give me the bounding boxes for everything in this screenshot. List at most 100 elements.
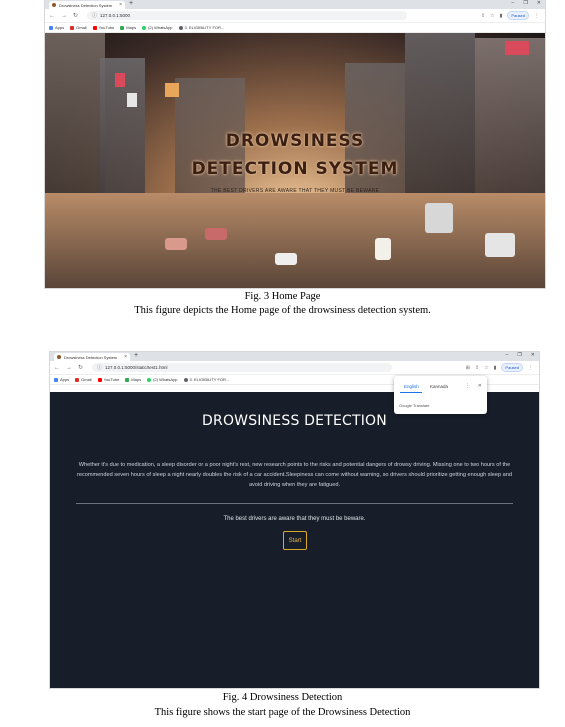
whatsapp-icon	[142, 25, 147, 30]
browser-tab-bar: Drowsiness Detection System × + – ❐ ✕	[50, 352, 539, 361]
reload-icon[interactable]: ↻	[73, 12, 81, 19]
neon-sign-icon	[165, 83, 179, 97]
url-text: 127.0.0.1:5000	[100, 13, 131, 18]
road-shape	[45, 193, 545, 288]
apps-icon	[54, 377, 58, 382]
more-options-icon[interactable]: ⋮	[465, 383, 470, 389]
hero-city-background: DROWSINESS DETECTION SYSTEM THE BEST DRI…	[45, 33, 545, 288]
intro-paragraph: Whether it's due to medication, a sleep …	[76, 462, 512, 488]
bookmark-youtube[interactable]: YouTube	[97, 377, 119, 382]
divider	[76, 503, 513, 504]
browser-tab[interactable]: Drowsiness Detection System ×	[49, 1, 125, 9]
star-icon[interactable]: ☆	[484, 365, 488, 371]
new-tab-button[interactable]: +	[129, 0, 133, 7]
hero-subtitle: THE BEST DRIVERS ARE AWARE THAT THEY MUS…	[210, 188, 380, 194]
forward-icon[interactable]: →	[61, 13, 69, 19]
browser-tab[interactable]: Drowsiness Detection System ×	[54, 353, 130, 361]
reload-icon[interactable]: ↻	[78, 364, 86, 371]
gmail-icon	[75, 377, 80, 382]
info-icon[interactable]: ⓘ	[97, 364, 102, 371]
apps-icon	[49, 25, 53, 30]
figure3-caption-text: This figure depicts the Home page of the…	[134, 305, 431, 316]
google-translate-popup: English Kannada ⋮ ✕ Google Translate	[394, 376, 487, 414]
back-icon[interactable]: ←	[49, 13, 57, 19]
favicon-icon	[52, 3, 56, 7]
figure4-screenshot: Drowsiness Detection System × + – ❐ ✕ ← …	[50, 352, 539, 688]
tab-title: Drowsiness Detection System	[59, 2, 113, 8]
bookmark-eligibility[interactable]: 3. ELIGIBILITY FOR...	[178, 25, 224, 30]
hero-title-line2: DETECTION SYSTEM	[191, 159, 399, 179]
sidepanel-icon[interactable]: ▮	[500, 13, 503, 19]
menu-icon[interactable]: ⋮	[528, 365, 533, 371]
toolbar-right: ⇪ ☆ ▮ Paused ⋮	[481, 11, 539, 20]
back-icon[interactable]: ←	[54, 365, 62, 371]
active-tab-underline	[400, 392, 422, 393]
tagline: The best drivers are aware that they mus…	[223, 516, 366, 522]
globe-icon	[183, 377, 188, 382]
url-field[interactable]: ⓘ 127.0.0.1:5000/static/test1.html	[92, 363, 392, 372]
globe-icon	[178, 25, 183, 30]
share-icon[interactable]: ⇪	[475, 365, 479, 371]
bookmarks-bar: Apps Gmail YouTube Maps (2) WhatsApp 3. …	[45, 23, 545, 33]
close-window-icon[interactable]: ✕	[537, 0, 541, 6]
tab-close-icon[interactable]: ×	[119, 2, 122, 8]
address-bar-row: ← → ↻ ⓘ 127.0.0.1:5000 ⇪ ☆ ▮ Paused ⋮	[45, 9, 545, 23]
bookmark-whatsapp[interactable]: (2) WhatsApp	[147, 377, 178, 382]
window-controls: – ❐ ✕	[512, 0, 541, 6]
minimize-icon[interactable]: –	[506, 352, 509, 358]
address-bar-row: ← → ↻ ⓘ 127.0.0.1:5000/static/test1.html…	[50, 361, 539, 375]
lang-tab-kannada[interactable]: Kannada	[430, 384, 448, 389]
figure3-screenshot: Drowsiness Detection System × + – ❐ ✕ ← …	[45, 0, 545, 288]
drowsiness-page: DROWSINESS DETECTION Whether it's due to…	[50, 392, 539, 688]
bookmark-eligibility[interactable]: 3. ELIGIBILITY FOR...	[183, 377, 229, 382]
url-text: 127.0.0.1:5000/static/test1.html	[105, 365, 168, 370]
menu-icon[interactable]: ⋮	[534, 13, 539, 19]
car-shape	[375, 238, 391, 260]
figure3-caption-title: Fig. 3 Home Page	[244, 291, 321, 302]
bookmark-gmail[interactable]: Gmail	[75, 377, 92, 382]
bookmark-gmail[interactable]: Gmail	[70, 25, 87, 30]
bookmark-maps[interactable]: Maps	[120, 25, 136, 30]
profile-paused-button[interactable]: Paused	[501, 363, 523, 372]
youtube-icon	[97, 377, 102, 382]
profile-paused-button[interactable]: Paused	[507, 11, 529, 20]
favicon-icon	[57, 355, 61, 359]
figure4-caption-title: Fig. 4 Drowsiness Detection	[222, 692, 343, 703]
star-icon[interactable]: ☆	[490, 13, 494, 19]
toolbar-right: ⊞ ⇪ ☆ ▮ Paused ⋮	[466, 363, 533, 372]
lang-tab-english[interactable]: English	[404, 384, 419, 389]
maximize-icon[interactable]: ❐	[523, 0, 527, 6]
car-shape	[275, 253, 297, 265]
neon-sign-icon	[115, 73, 125, 87]
window-controls: – ❐ ✕	[506, 352, 535, 358]
tab-title: Drowsiness Detection System	[64, 354, 118, 360]
start-button[interactable]: Start	[283, 531, 307, 550]
bookmark-youtube[interactable]: YouTube	[92, 25, 114, 30]
bookmark-whatsapp[interactable]: (2) WhatsApp	[142, 25, 173, 30]
bookmark-apps[interactable]: Apps	[54, 377, 69, 382]
car-shape	[205, 228, 227, 240]
new-tab-button[interactable]: +	[134, 352, 138, 359]
minimize-icon[interactable]: –	[512, 0, 515, 6]
url-field[interactable]: ⓘ 127.0.0.1:5000	[87, 11, 407, 20]
share-icon[interactable]: ⇪	[481, 13, 485, 19]
browser-tab-bar: Drowsiness Detection System × + – ❐ ✕	[45, 0, 545, 9]
neon-sign-icon	[127, 93, 137, 107]
bookmark-apps[interactable]: Apps	[49, 25, 64, 30]
close-window-icon[interactable]: ✕	[531, 352, 535, 358]
sidepanel-icon[interactable]: ▮	[494, 365, 497, 371]
car-shape	[165, 238, 187, 250]
hero-title-line1: DROWSINESS	[225, 131, 365, 151]
forward-icon[interactable]: →	[66, 365, 74, 371]
google-translate-label: Google Translate	[399, 403, 430, 408]
truck-shape	[425, 203, 453, 233]
tab-close-icon[interactable]: ×	[124, 354, 127, 360]
whatsapp-icon	[147, 377, 152, 382]
close-icon[interactable]: ✕	[478, 383, 482, 389]
gmail-icon	[70, 25, 75, 30]
neon-sign-icon	[505, 41, 529, 55]
translate-icon[interactable]: ⊞	[466, 365, 470, 371]
info-icon[interactable]: ⓘ	[92, 12, 97, 19]
bookmark-maps[interactable]: Maps	[125, 377, 141, 382]
maximize-icon[interactable]: ❐	[517, 352, 521, 358]
